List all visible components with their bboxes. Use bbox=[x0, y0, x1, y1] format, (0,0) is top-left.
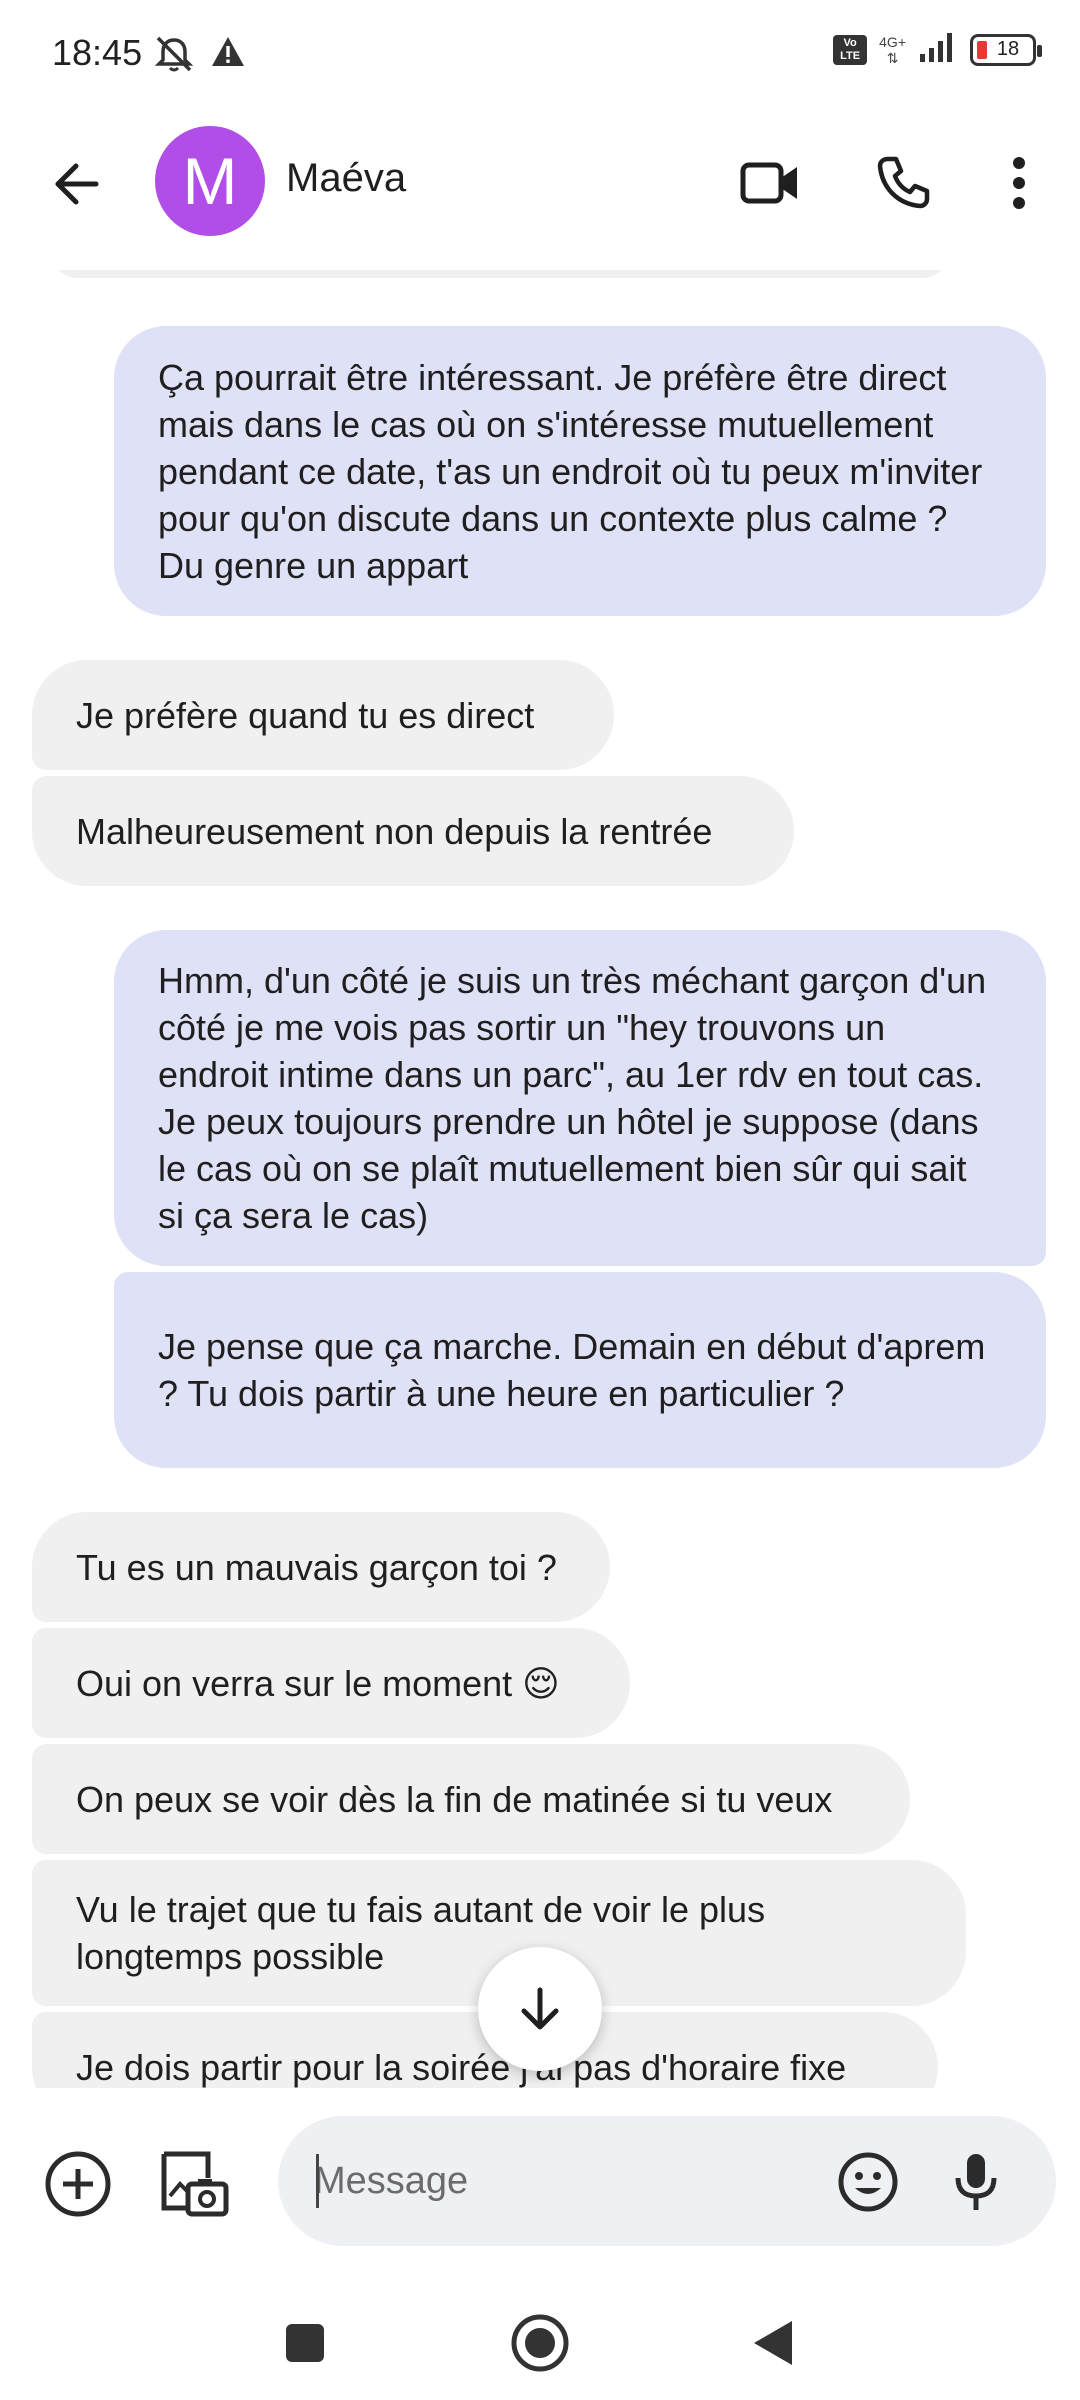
message-text: Oui on verra sur le moment 😌 bbox=[76, 1662, 560, 1704]
message-text: Je dois partir pour la soirée j'ai pas d… bbox=[76, 2046, 847, 2088]
incoming-message[interactable]: Malheureusement non depuis la rentrée bbox=[32, 776, 794, 886]
emoji-button[interactable] bbox=[828, 2142, 908, 2222]
text-cursor bbox=[316, 2154, 319, 2208]
status-left-icons bbox=[152, 34, 246, 79]
gallery-camera-button[interactable] bbox=[154, 2144, 234, 2224]
recents-button[interactable] bbox=[270, 2308, 340, 2378]
outgoing-message[interactable]: Je pense que ça marche. Demain en début … bbox=[114, 1272, 1046, 1468]
status-right-icons: Vo LTE 4G+ ⇅ 18 bbox=[833, 30, 1042, 69]
message-text: On peux se voir dès la fin de matinée si… bbox=[76, 1778, 833, 1820]
incoming-message[interactable]: Je préfère quand tu es direct bbox=[32, 660, 614, 770]
back-button[interactable] bbox=[44, 152, 108, 216]
avatar[interactable]: M bbox=[155, 126, 265, 236]
message-input[interactable] bbox=[314, 2149, 794, 2213]
video-camera-icon bbox=[740, 162, 797, 204]
circle-home-icon bbox=[511, 2314, 569, 2372]
incoming-message[interactable]: Tu es un mauvais garçon toi ? bbox=[32, 1512, 610, 1622]
more-vert-icon bbox=[1013, 157, 1025, 209]
more-options-button[interactable] bbox=[984, 148, 1054, 218]
signal-icon bbox=[918, 30, 958, 69]
network-type: 4G+ ⇅ bbox=[879, 33, 906, 66]
compose-bar bbox=[0, 2088, 1080, 2278]
battery-level: 18 bbox=[996, 38, 1020, 60]
incoming-message[interactable]: Oui on verra sur le moment 😌 bbox=[32, 1628, 630, 1738]
message-text: Je préfère quand tu es direct bbox=[76, 694, 535, 736]
outgoing-message[interactable]: Hmm, d'un côté je suis un très méchant g… bbox=[114, 930, 1046, 1266]
message-text: Je pense que ça marche. Demain en début … bbox=[158, 1326, 986, 1414]
message-list[interactable]: Ça pourrait être intéressant. Je préfère… bbox=[0, 270, 1080, 2088]
scroll-to-bottom-button[interactable] bbox=[478, 1947, 602, 2071]
video-call-button[interactable] bbox=[736, 148, 806, 218]
add-attachment-button[interactable] bbox=[38, 2144, 118, 2224]
phone-icon bbox=[877, 156, 930, 209]
conversation-header: M Maéva bbox=[0, 100, 1080, 270]
arrow-left-icon bbox=[55, 163, 99, 205]
voice-input-button[interactable] bbox=[936, 2142, 1016, 2222]
triangle-back-icon bbox=[754, 2321, 792, 2365]
message-text: Hmm, d'un côté je suis un très méchant g… bbox=[158, 960, 987, 1236]
system-navigation-bar bbox=[0, 2278, 1080, 2400]
battery-icon: 18 bbox=[970, 33, 1042, 66]
plus-circle-icon bbox=[45, 2151, 111, 2217]
microphone-icon bbox=[955, 2154, 997, 2210]
back-nav-button[interactable] bbox=[738, 2308, 808, 2378]
status-time: 18:45 bbox=[52, 32, 143, 73]
silent-mode-icon bbox=[152, 34, 196, 79]
message-text: Tu es un mauvais garçon toi ? bbox=[76, 1546, 557, 1588]
volte-badge: Vo LTE bbox=[833, 34, 868, 65]
warning-icon bbox=[210, 34, 246, 79]
image-camera-icon bbox=[161, 2151, 229, 2217]
contact-name[interactable]: Maéva bbox=[286, 156, 406, 201]
arrow-down-icon bbox=[521, 1987, 559, 2030]
message-text: Ça pourrait être intéressant. Je préfère… bbox=[158, 356, 983, 586]
message-text: Malheureusement non depuis la rentrée bbox=[76, 810, 713, 852]
data-arrows-icon: ⇅ bbox=[886, 49, 899, 66]
square-icon bbox=[286, 2324, 324, 2362]
status-bar: 18:45 Vo LTE 4G+ ⇅ 18 bbox=[0, 0, 1080, 100]
home-button[interactable] bbox=[505, 2308, 575, 2378]
outgoing-message[interactable]: Ça pourrait être intéressant. Je préfère… bbox=[114, 326, 1046, 616]
message-text: Vu le trajet que tu fais autant de voir … bbox=[76, 1889, 766, 1977]
emoji-icon bbox=[838, 2152, 898, 2212]
partial-message-bubble bbox=[50, 270, 950, 278]
incoming-message[interactable]: On peux se voir dès la fin de matinée si… bbox=[32, 1744, 910, 1854]
phone-call-button[interactable] bbox=[868, 148, 938, 218]
message-input-container[interactable] bbox=[278, 2116, 1056, 2246]
